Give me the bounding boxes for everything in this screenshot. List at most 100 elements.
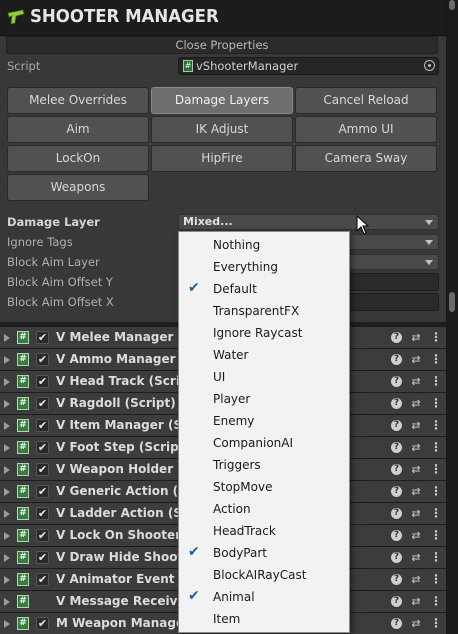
foldout-arrow-icon[interactable] — [4, 488, 10, 496]
help-icon[interactable]: ? — [391, 398, 402, 409]
context-menu-icon[interactable]: ⋮ — [430, 396, 442, 411]
component-enabled-checkbox[interactable]: ✔ — [36, 397, 49, 410]
layer-option-enemy[interactable]: Enemy — [179, 410, 349, 432]
layer-option-transparentfx[interactable]: TransparentFX — [179, 300, 349, 322]
tab-aim[interactable]: Aim — [7, 116, 149, 143]
foldout-arrow-icon[interactable] — [4, 400, 10, 408]
foldout-arrow-icon[interactable] — [4, 378, 10, 386]
layer-option-item[interactable]: Item — [179, 608, 349, 630]
preset-icon[interactable]: ⇄ — [409, 595, 423, 608]
component-enabled-checkbox[interactable]: ✔ — [36, 375, 49, 388]
tab-camera-sway[interactable]: Camera Sway — [295, 145, 437, 172]
scrollbar-thumb-lower[interactable] — [449, 292, 455, 312]
layer-option-animal[interactable]: ✔ Animal — [179, 586, 349, 608]
component-enabled-checkbox[interactable]: ✔ — [36, 485, 49, 498]
preset-icon[interactable]: ⇄ — [409, 375, 423, 388]
context-menu-icon[interactable]: ⋮ — [430, 616, 442, 631]
foldout-arrow-icon[interactable] — [4, 554, 10, 562]
tab-hipfire[interactable]: HipFire — [151, 145, 293, 172]
layer-option-ui[interactable]: UI — [179, 366, 349, 388]
preset-icon[interactable]: ⇄ — [409, 441, 423, 454]
context-menu-icon[interactable]: ⋮ — [430, 462, 442, 477]
component-enabled-checkbox[interactable]: ✔ — [36, 617, 49, 630]
tab-weapons[interactable]: Weapons — [7, 174, 149, 201]
foldout-arrow-icon[interactable] — [4, 598, 10, 606]
preset-icon[interactable]: ⇄ — [409, 573, 423, 586]
layer-option-triggers[interactable]: Triggers — [179, 454, 349, 476]
foldout-arrow-icon[interactable] — [4, 444, 10, 452]
preset-icon[interactable]: ⇄ — [409, 419, 423, 432]
context-menu-icon[interactable]: ⋮ — [430, 594, 442, 609]
layer-option-bodypart[interactable]: ✔ BodyPart — [179, 542, 349, 564]
layer-option-blockairaycast[interactable]: BlockAIRayCast — [179, 564, 349, 586]
context-menu-icon[interactable]: ⋮ — [430, 550, 442, 565]
close-properties-button[interactable]: Close Properties — [6, 36, 438, 54]
damage-layer-dropdown[interactable]: Mixed... — [178, 214, 439, 230]
scrollbar[interactable] — [446, 0, 458, 634]
foldout-arrow-icon[interactable] — [4, 422, 10, 430]
help-icon[interactable]: ? — [391, 486, 402, 497]
layer-option-water[interactable]: Water — [179, 344, 349, 366]
help-icon[interactable]: ? — [391, 332, 402, 343]
foldout-arrow-icon[interactable] — [4, 532, 10, 540]
tab-ik-adjust[interactable]: IK Adjust — [151, 116, 293, 143]
preset-icon[interactable]: ⇄ — [409, 507, 423, 520]
preset-icon[interactable]: ⇄ — [409, 617, 423, 630]
component-enabled-checkbox[interactable]: ✔ — [36, 441, 49, 454]
component-enabled-checkbox[interactable]: ✔ — [36, 573, 49, 586]
help-icon[interactable]: ? — [391, 596, 402, 607]
context-menu-icon[interactable]: ⋮ — [430, 528, 442, 543]
layer-option-companionai[interactable]: CompanionAI — [179, 432, 349, 454]
foldout-arrow-icon[interactable] — [4, 620, 10, 628]
foldout-arrow-icon[interactable] — [4, 356, 10, 364]
layer-option-stopmove[interactable]: StopMove — [179, 476, 349, 498]
context-menu-icon[interactable]: ⋮ — [430, 330, 442, 345]
context-menu-icon[interactable]: ⋮ — [430, 506, 442, 521]
tab-cancel-reload[interactable]: Cancel Reload — [295, 87, 437, 114]
help-icon[interactable]: ? — [391, 552, 402, 563]
layer-option-player[interactable]: Player — [179, 388, 349, 410]
layer-option-default[interactable]: ✔ Default — [179, 278, 349, 300]
context-menu-icon[interactable]: ⋮ — [430, 374, 442, 389]
tab-damage-layers[interactable]: Damage Layers — [151, 87, 293, 114]
layer-option-ignore-raycast[interactable]: Ignore Raycast — [179, 322, 349, 344]
preset-icon[interactable]: ⇄ — [409, 353, 423, 366]
preset-icon[interactable]: ⇄ — [409, 463, 423, 476]
help-icon[interactable]: ? — [391, 442, 402, 453]
component-enabled-checkbox[interactable]: ✔ — [36, 463, 49, 476]
help-icon[interactable]: ? — [391, 530, 402, 541]
help-icon[interactable]: ? — [391, 618, 402, 629]
tab-lockon[interactable]: LockOn — [7, 145, 149, 172]
script-field[interactable]: # vShooterManager — [178, 57, 439, 75]
help-icon[interactable]: ? — [391, 508, 402, 519]
context-menu-icon[interactable]: ⋮ — [430, 572, 442, 587]
context-menu-icon[interactable]: ⋮ — [430, 418, 442, 433]
context-menu-icon[interactable]: ⋮ — [430, 484, 442, 499]
preset-icon[interactable]: ⇄ — [409, 551, 423, 564]
foldout-arrow-icon[interactable] — [4, 466, 10, 474]
component-enabled-checkbox[interactable]: ✔ — [36, 419, 49, 432]
preset-icon[interactable]: ⇄ — [409, 331, 423, 344]
scrollbar-thumb[interactable] — [449, 0, 455, 10]
layer-option-action[interactable]: Action — [179, 498, 349, 520]
tab-ammo-ui[interactable]: Ammo UI — [295, 116, 437, 143]
foldout-arrow-icon[interactable] — [4, 576, 10, 584]
context-menu-icon[interactable]: ⋮ — [430, 352, 442, 367]
preset-icon[interactable]: ⇄ — [409, 485, 423, 498]
component-enabled-checkbox[interactable]: ✔ — [36, 551, 49, 564]
foldout-arrow-icon[interactable] — [4, 510, 10, 518]
help-icon[interactable]: ? — [391, 464, 402, 475]
help-icon[interactable]: ? — [391, 420, 402, 431]
layer-option-everything[interactable]: Everything — [179, 256, 349, 278]
tab-melee-overrides[interactable]: Melee Overrides — [7, 87, 149, 114]
object-picker-icon[interactable] — [424, 60, 435, 71]
layer-option-nothing[interactable]: Nothing — [179, 234, 349, 256]
preset-icon[interactable]: ⇄ — [409, 529, 423, 542]
component-enabled-checkbox[interactable]: ✔ — [36, 331, 49, 344]
context-menu-icon[interactable]: ⋮ — [430, 440, 442, 455]
help-icon[interactable]: ? — [391, 354, 402, 365]
component-enabled-checkbox[interactable]: ✔ — [36, 353, 49, 366]
foldout-arrow-icon[interactable] — [4, 334, 10, 342]
help-icon[interactable]: ? — [391, 574, 402, 585]
preset-icon[interactable]: ⇄ — [409, 397, 423, 410]
